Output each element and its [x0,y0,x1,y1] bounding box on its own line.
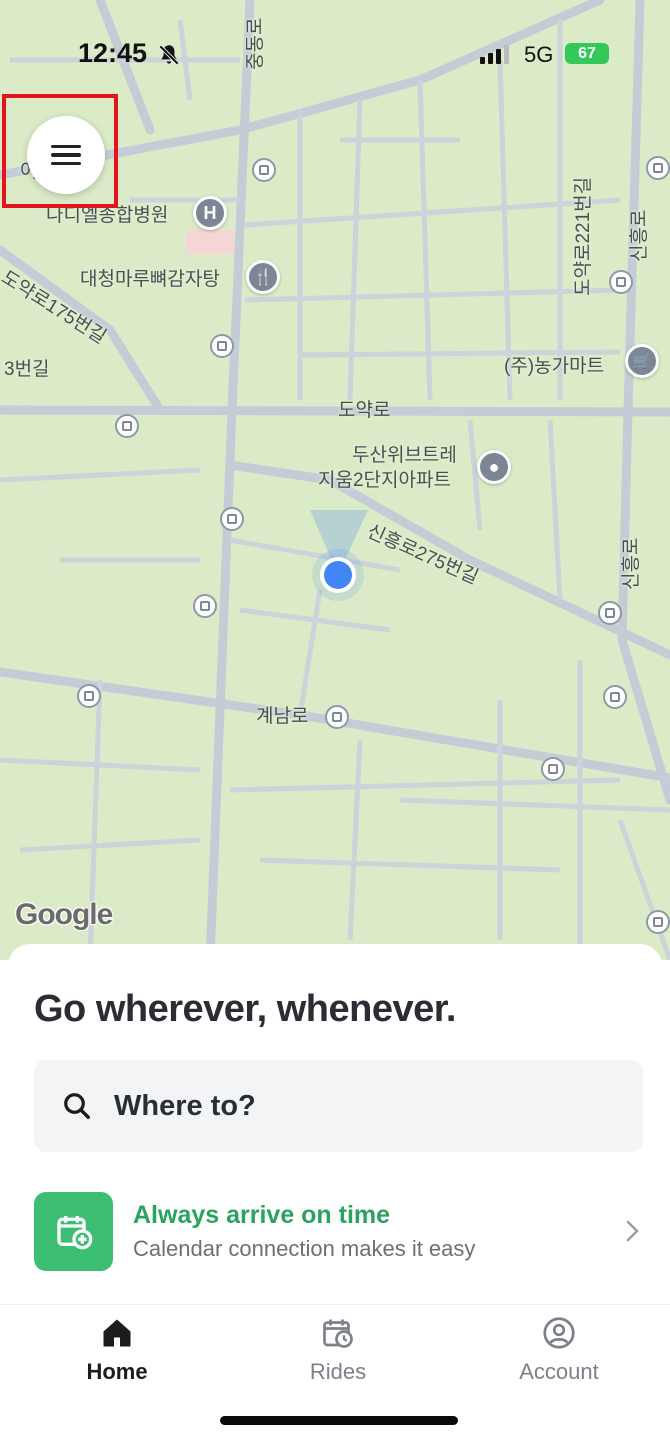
map-label-apartment: 지움2단지아파트 [318,470,451,491]
bell-muted-icon [158,44,180,66]
bus-stop-icon[interactable] [210,334,234,358]
map-label-road: 3번길 [4,359,50,380]
bus-stop-icon[interactable] [598,601,622,625]
bus-stop-icon[interactable] [220,507,244,531]
calendar-clock-icon [323,1319,353,1348]
network-type: 5G [524,42,554,67]
calendar-promo[interactable]: Always arrive on time Calendar connectio… [34,1190,643,1272]
map-label-road: 신흥로 [629,209,650,262]
search-label: Where to? [114,1089,256,1122]
map-label-restaurant: 대청마루뼈감자탕 [80,269,220,290]
place-pin-icon[interactable]: ● [477,450,511,484]
sheet-headline: Go wherever, whenever. [34,988,457,1030]
account-icon [543,1317,575,1349]
map-label-road: 도약로221번길 [573,176,594,296]
map-label-hospital: 나디엘종합병원 [46,205,169,226]
google-logo: Google [15,898,113,931]
map-label-road: 도약로 [338,400,391,421]
battery-icon: 67 [565,43,609,64]
bus-stop-icon[interactable] [252,158,276,182]
calendar-add-icon [34,1191,113,1271]
signal-icon [480,44,509,64]
home-icon [103,1319,131,1347]
nav-label-account: Account [519,1359,599,1384]
highlight-box [2,94,118,208]
nav-home[interactable]: Home [42,1315,192,1385]
bus-stop-icon[interactable] [541,757,565,781]
search-icon [64,1093,90,1119]
hospital-icon[interactable]: H [193,196,227,230]
map-label-road: 신흥로 [621,537,642,590]
where-to-search[interactable]: Where to? [34,1060,643,1152]
status-bar: 12:45 5G 67 [0,0,670,100]
bus-stop-icon[interactable] [193,594,217,618]
bus-stop-icon[interactable] [115,414,139,438]
current-location-dot [324,561,352,589]
nav-label-home: Home [86,1359,148,1384]
promo-subtitle: Calendar connection makes it easy [133,1235,476,1261]
bottom-sheet: Go wherever, whenever. Where to? Always … [8,944,662,1304]
chevron-right-icon [626,1220,639,1242]
map-label-apartment: 두산위브트레 [352,445,457,466]
bus-stop-icon[interactable] [646,156,670,180]
nav-account[interactable]: Account [484,1315,634,1385]
shopping-cart-icon[interactable]: 🛒 [625,344,659,378]
nav-rides[interactable]: Rides [263,1315,413,1385]
home-indicator [220,1416,458,1425]
promo-title: Always arrive on time [133,1200,391,1229]
battery-level: 67 [578,44,596,62]
status-time: 12:45 [78,38,148,68]
map-label-mart: (주)농가마트 [504,356,605,377]
bus-stop-icon[interactable] [325,705,349,729]
bus-stop-icon[interactable] [646,910,670,934]
bus-stop-icon[interactable] [609,270,633,294]
map-label-road: 계남로 [256,706,309,727]
bus-stop-icon[interactable] [603,685,627,709]
bus-stop-icon[interactable] [77,684,101,708]
nav-label-rides: Rides [309,1359,367,1384]
restaurant-icon[interactable]: 🍴 [246,260,280,294]
